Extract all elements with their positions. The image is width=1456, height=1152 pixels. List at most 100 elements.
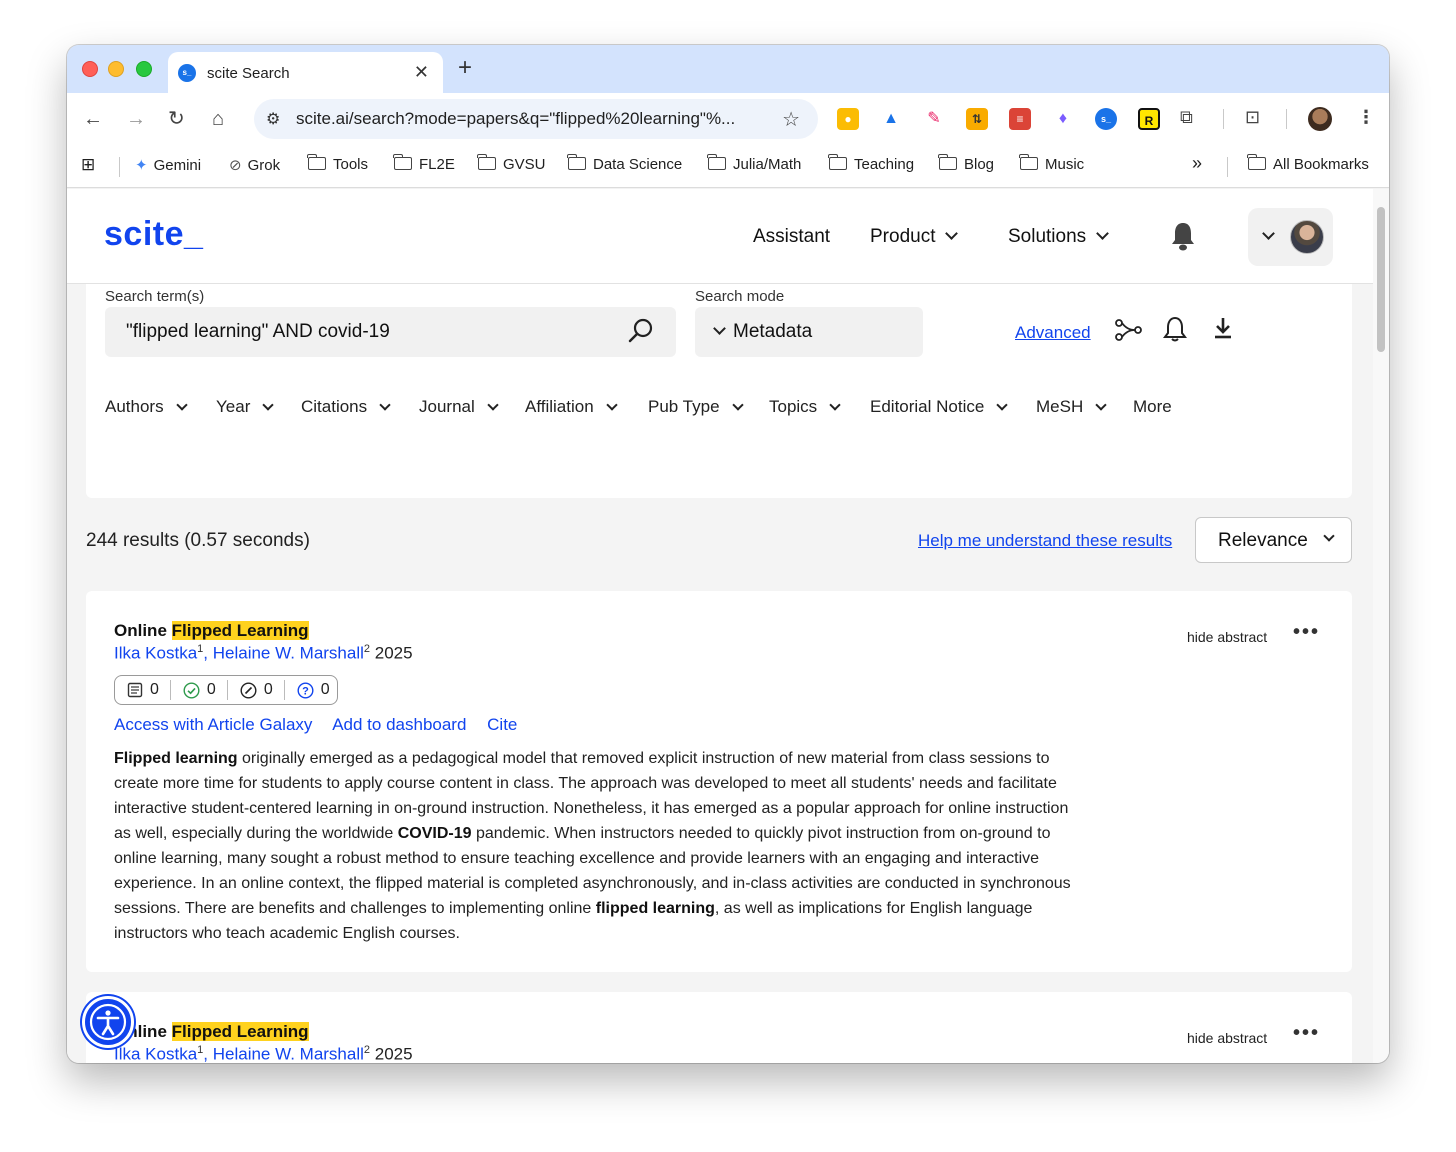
zoom-window-button[interactable]: [136, 61, 152, 77]
sort-select[interactable]: Relevance: [1195, 517, 1352, 563]
scite-logo[interactable]: scite_: [104, 215, 203, 254]
account-menu[interactable]: [1248, 208, 1333, 266]
accessibility-button[interactable]: [82, 996, 134, 1048]
supporting-count: 0: [169, 680, 227, 700]
result-authors: Ilka Kostka1, Helaine W. Marshall2 2025: [114, 1044, 413, 1063]
bookmark-teaching[interactable]: Teaching: [828, 154, 914, 173]
filter-citations[interactable]: Citations: [301, 397, 391, 417]
citation-map-icon[interactable]: [1113, 318, 1143, 342]
bookmark-music[interactable]: Music: [1019, 154, 1084, 173]
author-link[interactable]: Ilka Kostka: [114, 644, 197, 663]
search-input-value[interactable]: "flipped learning" AND covid-19: [126, 321, 390, 343]
address-bar[interactable]: ⚙ scite.ai/search?mode=papers&q="flipped…: [254, 99, 818, 139]
scholar-extension-icon[interactable]: ▲: [880, 108, 902, 130]
search-icon[interactable]: [628, 318, 654, 344]
bookmark-gemini[interactable]: ✦ Gemini: [135, 156, 201, 174]
filter-affiliation[interactable]: Affiliation: [525, 397, 618, 417]
filter-topics[interactable]: Topics: [769, 397, 841, 417]
tab-scite-search[interactable]: s_ scite Search ✕: [168, 52, 443, 93]
new-tab-button[interactable]: +: [458, 54, 472, 82]
bookmark-blog[interactable]: Blog: [938, 154, 994, 173]
color-picker-extension-icon[interactable]: ✎: [923, 108, 945, 130]
more-bookmarks-button[interactable]: »: [1192, 153, 1202, 174]
mentioning-count: ? 0: [283, 680, 341, 700]
author-link[interactable]: Ilka Kostka: [114, 1045, 197, 1063]
result-card: Online Flipped Learning Ilka Kostka1, He…: [86, 992, 1352, 1063]
filter-year[interactable]: Year: [216, 397, 275, 417]
contrasting-slash-icon: [240, 681, 257, 699]
filter-authors[interactable]: Authors: [105, 397, 188, 417]
alert-bell-icon[interactable]: [1162, 315, 1188, 343]
r-extension-icon[interactable]: R: [1138, 108, 1160, 130]
search-mode-select[interactable]: Metadata: [695, 307, 923, 357]
filter-more[interactable]: More: [1133, 397, 1172, 417]
search-input[interactable]: "flipped learning" AND covid-19: [105, 307, 676, 357]
result-title[interactable]: Online Flipped Learning: [114, 621, 309, 641]
browser-menu-icon[interactable]: ⋮: [1357, 107, 1375, 128]
access-article-galaxy-link[interactable]: Access with Article Galaxy: [114, 715, 312, 734]
scrollbar-thumb[interactable]: [1377, 207, 1385, 352]
chevron-down-icon: [379, 399, 391, 411]
folder-icon: [1247, 154, 1266, 170]
result-actions: Access with Article Galaxy Add to dashbo…: [114, 715, 533, 735]
keep-extension-icon[interactable]: ●: [837, 108, 859, 130]
nav-product[interactable]: Product: [870, 226, 959, 248]
bookmark-gvsu[interactable]: GVSU: [477, 154, 546, 173]
page-scrollbar[interactable]: [1373, 189, 1389, 1063]
author-link[interactable]: Helaine W. Marshall: [213, 644, 364, 663]
toolbar-divider: [1223, 109, 1224, 129]
search-panel: Search term(s) "flipped learning" AND co…: [86, 284, 1352, 498]
nav-solutions[interactable]: Solutions: [1008, 226, 1110, 248]
more-options-icon[interactable]: •••: [1293, 1022, 1320, 1045]
bell-icon[interactable]: [1170, 221, 1196, 251]
url-text[interactable]: scite.ai/search?mode=papers&q="flipped%2…: [296, 109, 735, 129]
sort-value: Relevance: [1218, 530, 1308, 551]
flame-extension-icon[interactable]: ♦: [1052, 108, 1074, 130]
filter-editorial-notice[interactable]: Editorial Notice: [870, 397, 1008, 417]
sort-extension-icon[interactable]: ⇅: [966, 108, 988, 130]
back-arrow-icon[interactable]: ←: [83, 107, 103, 131]
filter-mesh[interactable]: MeSH: [1036, 397, 1107, 417]
hide-abstract-button[interactable]: hide abstract: [1187, 1030, 1267, 1046]
download-icon[interactable]: [1213, 316, 1233, 340]
close-window-button[interactable]: [82, 61, 98, 77]
bookmark-data-science[interactable]: Data Science: [567, 154, 682, 173]
accessibility-icon: [89, 1003, 127, 1041]
result-year: 2025: [374, 1044, 413, 1063]
filter-journal[interactable]: Journal: [419, 397, 499, 417]
cite-link[interactable]: Cite: [487, 715, 517, 734]
add-to-dashboard-link[interactable]: Add to dashboard: [332, 715, 466, 734]
result-title[interactable]: Online Flipped Learning: [114, 1022, 309, 1042]
tab-search-icon[interactable]: ⊡: [1245, 107, 1260, 128]
more-options-icon[interactable]: •••: [1293, 621, 1320, 644]
reload-icon[interactable]: ↻: [168, 107, 185, 131]
close-tab-icon[interactable]: ✕: [414, 62, 429, 83]
todoist-extension-icon[interactable]: ≡: [1009, 108, 1031, 130]
apps-grid-icon[interactable]: ⊞: [81, 155, 95, 175]
site-settings-icon[interactable]: ⚙: [266, 109, 280, 129]
help-understand-link[interactable]: Help me understand these results: [918, 531, 1172, 551]
chevron-down-icon: [175, 399, 188, 411]
extensions-icon[interactable]: ⧉: [1180, 107, 1193, 128]
advanced-search-link[interactable]: Advanced: [1015, 323, 1091, 343]
nav-assistant[interactable]: Assistant: [753, 226, 830, 248]
bookmark-tools[interactable]: Tools: [307, 154, 368, 173]
bookmark-fl2e[interactable]: FL2E: [393, 154, 455, 173]
star-icon[interactable]: ☆: [782, 107, 800, 132]
bookmarks-divider: [1227, 157, 1228, 177]
filter-pub-type[interactable]: Pub Type: [648, 397, 744, 417]
hide-abstract-button[interactable]: hide abstract: [1187, 629, 1267, 645]
scite-extension-icon[interactable]: s_: [1095, 108, 1117, 130]
search-mode-value: Metadata: [733, 321, 813, 342]
result-abstract: Flipped learning originally emerged as a…: [114, 750, 1071, 942]
all-bookmarks-button[interactable]: All Bookmarks: [1247, 154, 1369, 173]
minimize-window-button[interactable]: [108, 61, 124, 77]
profile-avatar[interactable]: [1308, 107, 1332, 131]
bookmark-julia-math[interactable]: Julia/Math: [707, 154, 801, 173]
home-icon[interactable]: ⌂: [212, 107, 224, 131]
author-link[interactable]: Helaine W. Marshall: [213, 1045, 364, 1063]
scite-favicon-icon: s_: [178, 64, 196, 82]
bookmark-grok[interactable]: ⊘ Grok: [229, 156, 280, 174]
citation-badges[interactable]: 0 0 0 ? 0: [114, 675, 338, 705]
forward-arrow-icon[interactable]: →: [126, 107, 146, 131]
